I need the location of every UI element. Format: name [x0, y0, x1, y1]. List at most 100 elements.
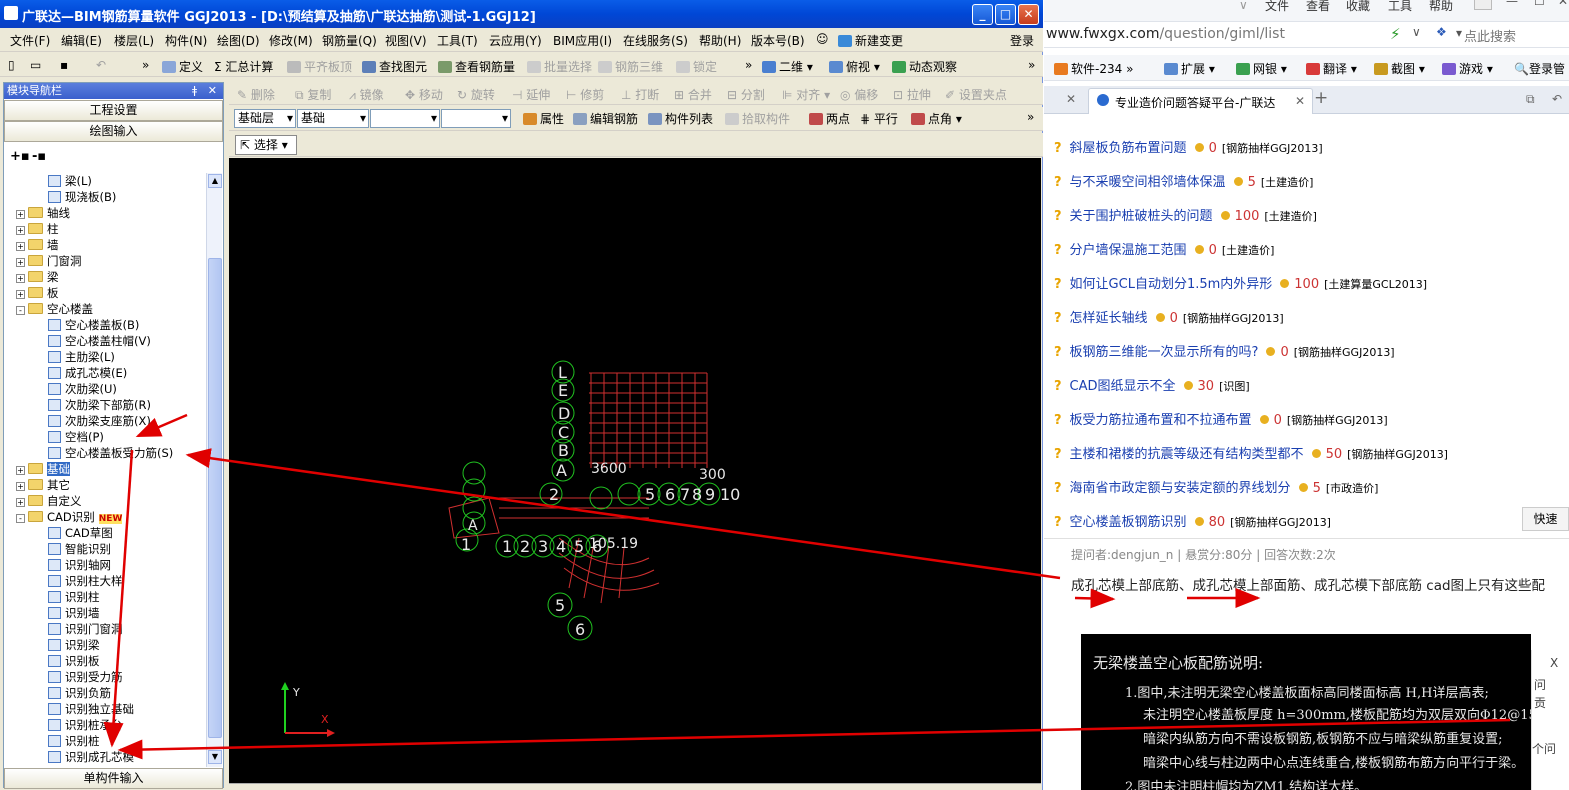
- summary-calc-button[interactable]: Σ 汇总计算: [214, 58, 273, 75]
- align-dropdown[interactable]: ⊫ 对齐 ▾: [782, 86, 830, 103]
- scroll-down-icon[interactable]: ▼: [208, 750, 222, 764]
- login-button[interactable]: 登录: [1010, 32, 1034, 49]
- question-category[interactable]: [钢筋抽样GGJ2013]: [1230, 516, 1331, 529]
- question-link[interactable]: 空心楼盖板钢筋识别: [1070, 515, 1187, 530]
- browser-minimize-icon[interactable]: —: [1506, 0, 1518, 8]
- save-icon[interactable]: ▪: [60, 58, 68, 72]
- question-link[interactable]: 分户墙保温施工范围: [1070, 243, 1187, 258]
- delete-button[interactable]: ✎ 删除: [237, 86, 275, 103]
- fav-software[interactable]: 软件-234 »: [1054, 60, 1133, 77]
- tree-item[interactable]: 次肋梁支座筋(X): [48, 413, 151, 429]
- expand-icon[interactable]: +: [16, 226, 25, 235]
- set-grip-button[interactable]: ✐ 设置夹点: [945, 86, 1007, 103]
- question-category[interactable]: [土建算量GCL2013]: [1324, 278, 1427, 291]
- undo-icon[interactable]: ↶: [96, 58, 106, 72]
- tree-item[interactable]: 识别梁: [48, 637, 100, 653]
- close-button[interactable]: ✕: [1018, 4, 1039, 25]
- tree-item[interactable]: 识别负筋: [48, 685, 111, 701]
- scroll-thumb[interactable]: [208, 258, 222, 738]
- tree-item[interactable]: 识别门窗洞: [48, 621, 123, 637]
- browser-menu-tools[interactable]: 工具: [1388, 0, 1412, 14]
- drawing-input-button[interactable]: 绘图输入: [4, 121, 223, 142]
- menu-component[interactable]: 构件(N): [165, 32, 207, 49]
- side-float-close[interactable]: X: [1550, 656, 1558, 670]
- tree-item[interactable]: 识别柱: [48, 589, 100, 605]
- fav-screenshot[interactable]: 截图 ▾: [1374, 60, 1425, 77]
- scroll-up-icon[interactable]: ▲: [208, 174, 222, 188]
- toolbar-more-icon[interactable]: »: [142, 58, 149, 72]
- question-link[interactable]: 如何让GCL自动划分1.5m内外异形: [1070, 277, 1273, 292]
- collapse-icon[interactable]: -: [16, 514, 25, 523]
- collapse-all-icon[interactable]: -▪: [32, 149, 46, 164]
- tree-item[interactable]: 次肋梁下部筋(R): [48, 397, 151, 413]
- browser-menu-view[interactable]: 查看: [1306, 0, 1330, 14]
- undo-close-icon[interactable]: ↶: [1552, 92, 1562, 106]
- prev-tab-close-icon[interactable]: ✕: [1066, 92, 1076, 106]
- tree-item[interactable]: 识别轴网: [48, 557, 111, 573]
- expand-all-icon[interactable]: +▪: [10, 149, 30, 164]
- menu-tools[interactable]: 工具(T): [437, 32, 478, 49]
- tree-item[interactable]: 识别柱大样: [48, 573, 123, 589]
- expand-icon[interactable]: +: [16, 498, 25, 507]
- tree-item[interactable]: 主肋梁(L): [48, 349, 115, 365]
- view-2d-dropdown[interactable]: 二维 ▾: [762, 58, 813, 75]
- new-change-button[interactable]: 新建变更: [838, 32, 903, 49]
- open-folder-icon[interactable]: ▭: [30, 58, 41, 72]
- point-angle-dropdown[interactable]: 点角 ▾: [911, 110, 962, 127]
- tree-item[interactable]: + 基础: [16, 461, 70, 477]
- tree-item[interactable]: 空心楼盖板(B): [48, 317, 139, 333]
- batch-select-button[interactable]: 批量选择: [527, 58, 592, 75]
- pick-component-button[interactable]: 拾取构件: [725, 110, 790, 127]
- tree-item[interactable]: + 自定义: [16, 493, 82, 509]
- quick-button[interactable]: 快速: [1522, 507, 1569, 531]
- question-category[interactable]: [钢筋抽样GGJ2013]: [1287, 414, 1388, 427]
- question-link[interactable]: CAD图纸显示不全: [1070, 379, 1176, 394]
- sub-select[interactable]: ▾: [441, 109, 511, 128]
- toolbar-more2-icon[interactable]: »: [745, 58, 752, 72]
- split-button[interactable]: ⊟ 分割: [727, 86, 765, 103]
- question-link[interactable]: 海南省市政定额与安装定额的界线划分: [1070, 481, 1291, 496]
- menu-bim[interactable]: BIM应用(I): [553, 32, 612, 49]
- tree-item[interactable]: CAD草图: [48, 525, 113, 541]
- question-link[interactable]: 板钢筋三维能一次显示所有的吗?: [1070, 345, 1259, 360]
- restore-tabs-icon[interactable]: ⧉: [1526, 92, 1535, 107]
- fav-extension[interactable]: 扩展 ▾: [1164, 60, 1215, 77]
- question-link[interactable]: 斜屋板负筋布置问题: [1070, 141, 1187, 156]
- expand-icon[interactable]: +: [16, 290, 25, 299]
- question-category[interactable]: [土建造价]: [1264, 210, 1317, 223]
- lock-button[interactable]: 锁定: [676, 58, 717, 75]
- browser-close-icon[interactable]: ✕: [1558, 0, 1568, 8]
- question-category[interactable]: [土建造价]: [1222, 244, 1275, 257]
- tree-item[interactable]: + 轴线: [16, 205, 70, 221]
- menu-rebar-qty[interactable]: 钢筋量(Q): [322, 32, 377, 49]
- tree-item[interactable]: 智能识别: [48, 541, 111, 557]
- question-link[interactable]: 板受力筋拉通布置和不拉通布置: [1070, 413, 1252, 428]
- browser-skin-icon[interactable]: [1474, 0, 1492, 10]
- face-icon[interactable]: ☺: [816, 32, 829, 46]
- expand-icon[interactable]: +: [16, 210, 25, 219]
- question-link[interactable]: 与不采暖空间相邻墙体保温: [1070, 175, 1226, 190]
- pin-icon[interactable]: ǂ: [192, 83, 197, 99]
- tree-item[interactable]: + 门窗洞: [16, 253, 82, 269]
- expand-icon[interactable]: +: [16, 466, 25, 475]
- question-category[interactable]: [钢筋抽样GGJ2013]: [1222, 142, 1323, 155]
- question-category[interactable]: [钢筋抽样GGJ2013]: [1347, 448, 1448, 461]
- new-file-icon[interactable]: ▯: [8, 58, 15, 72]
- copy-button[interactable]: ⧉ 复制: [295, 86, 331, 103]
- menu-draw[interactable]: 绘图(D): [217, 32, 260, 49]
- nav-close-icon[interactable]: ✕: [208, 83, 217, 99]
- edit-rebar-button[interactable]: 编辑钢筋: [573, 110, 638, 127]
- properties-button[interactable]: 属性: [523, 110, 564, 127]
- url-dropdown-icon[interactable]: ∨: [1412, 25, 1421, 39]
- top-view-dropdown[interactable]: 俯视 ▾: [829, 58, 880, 75]
- paw-icon[interactable]: ❖: [1436, 25, 1447, 39]
- expand-icon[interactable]: +: [16, 274, 25, 283]
- menu-help[interactable]: 帮助(H): [699, 32, 741, 49]
- menu-view[interactable]: 视图(V): [385, 32, 427, 49]
- tree-item[interactable]: 成孔芯模(E): [48, 365, 127, 381]
- tree-item[interactable]: + 板: [16, 285, 59, 301]
- align-slab-top-button[interactable]: 平齐板顶: [287, 58, 352, 75]
- move-button[interactable]: ✥ 移动: [405, 86, 443, 103]
- single-component-input-button[interactable]: 单构件输入: [4, 768, 223, 789]
- menu-floor[interactable]: 楼层(L): [114, 32, 154, 49]
